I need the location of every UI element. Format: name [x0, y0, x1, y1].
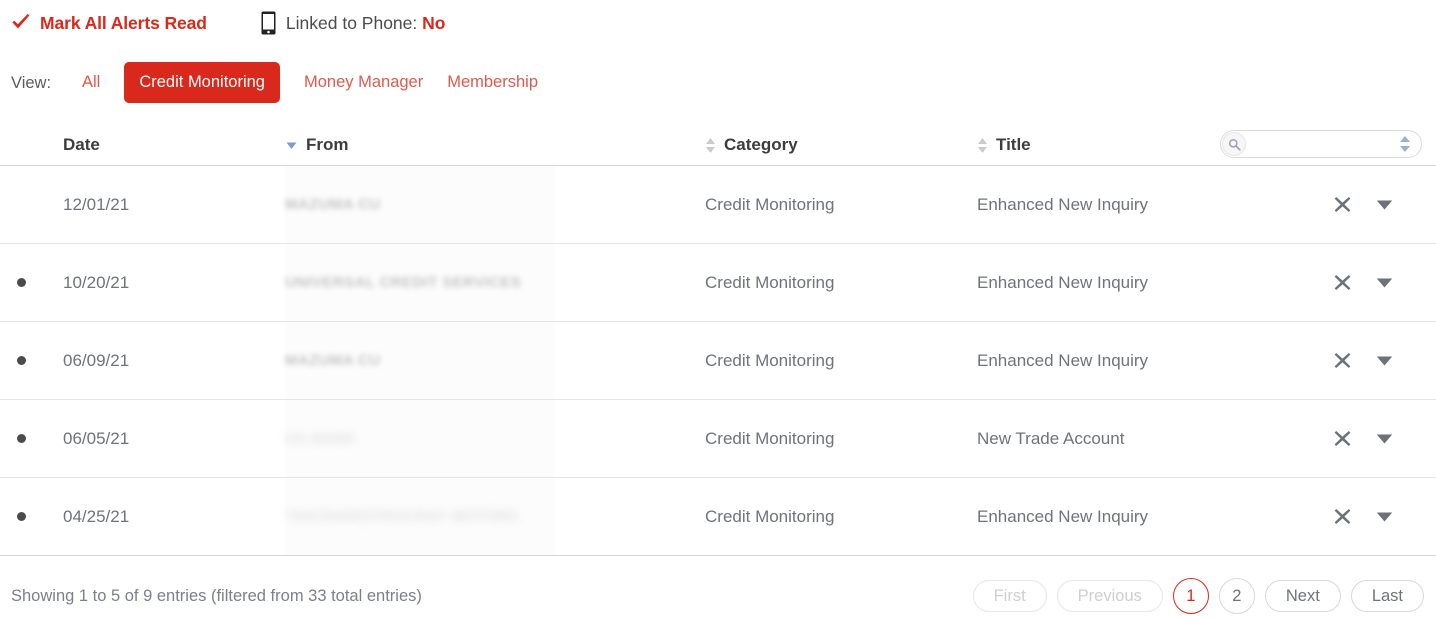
column-header-from-label: From	[306, 135, 349, 154]
column-header-title-label: Title	[996, 135, 1031, 154]
cell-actions	[1332, 166, 1436, 243]
column-header-actions	[1332, 155, 1436, 165]
chevron-down-icon[interactable]	[1374, 507, 1394, 527]
mark-all-alerts-read-button[interactable]: Mark All Alerts Read	[11, 13, 207, 34]
table-row[interactable]: 04/25/21 700CRARISTROCRAT MOTORS Credit …	[0, 478, 1436, 556]
top-action-bar: Mark All Alerts Read Linked to Phone: No	[0, 0, 1436, 46]
pagination-previous[interactable]: Previous	[1056, 579, 1163, 613]
redacted-sender: MAZUMA CU	[285, 166, 705, 243]
cell-from-text: US BANK	[285, 430, 357, 447]
alerts-table: Date From Category Title 12/01/21 MAZUMA…	[0, 118, 1436, 556]
column-header-date[interactable]: Date	[45, 135, 285, 165]
column-header-status	[0, 155, 45, 165]
cell-from: MAZUMA CU	[285, 166, 705, 243]
column-header-category[interactable]: Category	[705, 135, 977, 165]
cell-title: New Trade Account	[977, 428, 1125, 448]
sort-both-icon	[978, 137, 987, 153]
cell-actions	[1332, 322, 1436, 399]
view-label: View:	[11, 74, 52, 92]
unread-dot	[17, 278, 26, 287]
entries-info: Showing 1 to 5 of 9 entries (filtered fr…	[11, 587, 422, 605]
table-row[interactable]: 10/20/21 UNIVERSAL CREDIT SERVICES Credi…	[0, 244, 1436, 322]
cell-actions	[1332, 244, 1436, 321]
close-x-icon[interactable]	[1332, 507, 1352, 527]
chevron-down-icon[interactable]	[1374, 195, 1394, 215]
cell-date: 06/05/21	[63, 428, 130, 448]
close-x-icon[interactable]	[1332, 351, 1352, 371]
pagination-next[interactable]: Next	[1264, 579, 1341, 613]
cell-date: 10/20/21	[63, 272, 130, 292]
redacted-sender: UNIVERSAL CREDIT SERVICES	[285, 244, 705, 321]
redacted-sender: MAZUMA CU	[285, 322, 705, 399]
cell-date: 04/25/21	[63, 506, 130, 526]
column-header-from[interactable]: From	[285, 135, 705, 165]
unread-indicator-cell	[0, 244, 45, 321]
close-x-icon[interactable]	[1332, 429, 1352, 449]
close-x-icon[interactable]	[1332, 195, 1352, 215]
phone-linked-value: No	[422, 12, 446, 33]
cell-category: Credit Monitoring	[705, 194, 835, 214]
pagination-page-1[interactable]: 1	[1172, 578, 1209, 614]
cell-from-text: MAZUMA CU	[285, 196, 381, 213]
unread-indicator-cell	[0, 400, 45, 477]
cell-title: Enhanced New Inquiry	[977, 272, 1149, 292]
view-tab-membership[interactable]: Membership	[435, 63, 550, 102]
unread-dot	[17, 356, 26, 365]
cell-date: 12/01/21	[63, 194, 130, 214]
view-tab-list: All Credit Monitoring Money Manager Memb…	[70, 62, 550, 103]
chevron-down-icon[interactable]	[1374, 429, 1394, 449]
cell-actions	[1332, 478, 1436, 555]
linked-to-phone-status: Linked to Phone: No	[261, 11, 446, 35]
chevron-down-icon[interactable]	[1374, 351, 1394, 371]
cell-title: Enhanced New Inquiry	[977, 350, 1149, 370]
cell-title: Enhanced New Inquiry	[977, 194, 1149, 214]
view-tab-all[interactable]: All	[70, 63, 112, 102]
cell-from: US BANK	[285, 400, 705, 477]
cell-category: Credit Monitoring	[705, 506, 835, 526]
table-row[interactable]: 06/09/21 MAZUMA CU Credit Monitoring Enh…	[0, 322, 1436, 400]
cell-actions	[1332, 400, 1436, 477]
pagination-first[interactable]: First	[972, 579, 1047, 613]
view-filter-bar: View: All Credit Monitoring Money Manage…	[0, 62, 1436, 158]
cell-category: Credit Monitoring	[705, 428, 835, 448]
table-row[interactable]: 12/01/21 MAZUMA CU Credit Monitoring Enh…	[0, 166, 1436, 244]
sort-both-icon	[706, 137, 715, 153]
cell-category: Credit Monitoring	[705, 272, 835, 292]
table-row[interactable]: 06/05/21 US BANK Credit Monitoring New T…	[0, 400, 1436, 478]
linked-to-phone-label: Linked to Phone: No	[286, 13, 446, 34]
column-header-title[interactable]: Title	[977, 135, 1332, 165]
view-tab-money-manager[interactable]: Money Manager	[292, 63, 435, 102]
unread-dot	[17, 434, 26, 443]
cell-from: MAZUMA CU	[285, 322, 705, 399]
chevron-down-icon[interactable]	[1374, 273, 1394, 293]
pagination-page-2[interactable]: 2	[1218, 578, 1255, 614]
unread-indicator-cell	[0, 478, 45, 555]
mark-all-alerts-read-label: Mark All Alerts Read	[40, 12, 207, 33]
cell-from-text: MAZUMA CU	[285, 352, 381, 369]
cell-from-text: 700CRARISTROCRAT MOTORS	[285, 508, 519, 525]
redacted-sender: 700CRARISTROCRAT MOTORS	[285, 478, 705, 555]
sort-desc-icon	[286, 142, 297, 149]
column-header-date-label: Date	[63, 135, 100, 154]
phone-label-text: Linked to Phone:	[285, 12, 418, 33]
mobile-phone-icon	[261, 11, 276, 35]
unread-indicator-cell	[0, 166, 45, 243]
view-tab-credit-monitoring[interactable]: Credit Monitoring	[124, 62, 280, 103]
unread-indicator-cell	[0, 322, 45, 399]
cell-title: Enhanced New Inquiry	[977, 506, 1149, 526]
close-x-icon[interactable]	[1332, 273, 1352, 293]
cell-category: Credit Monitoring	[705, 350, 835, 370]
cell-from: 700CRARISTROCRAT MOTORS	[285, 478, 705, 555]
unread-dot	[17, 512, 26, 521]
table-header-row: Date From Category Title	[0, 118, 1436, 166]
cell-from: UNIVERSAL CREDIT SERVICES	[285, 244, 705, 321]
cell-from-text: UNIVERSAL CREDIT SERVICES	[285, 274, 522, 291]
check-icon	[12, 14, 30, 29]
column-header-category-label: Category	[724, 135, 798, 154]
table-footer: Showing 1 to 5 of 9 entries (filtered fr…	[0, 575, 1436, 618]
cell-date: 06/09/21	[63, 350, 130, 370]
pagination: First Previous 1 2 Next Last	[972, 578, 1424, 614]
pagination-last[interactable]: Last	[1350, 579, 1424, 613]
redacted-sender: US BANK	[285, 400, 705, 477]
